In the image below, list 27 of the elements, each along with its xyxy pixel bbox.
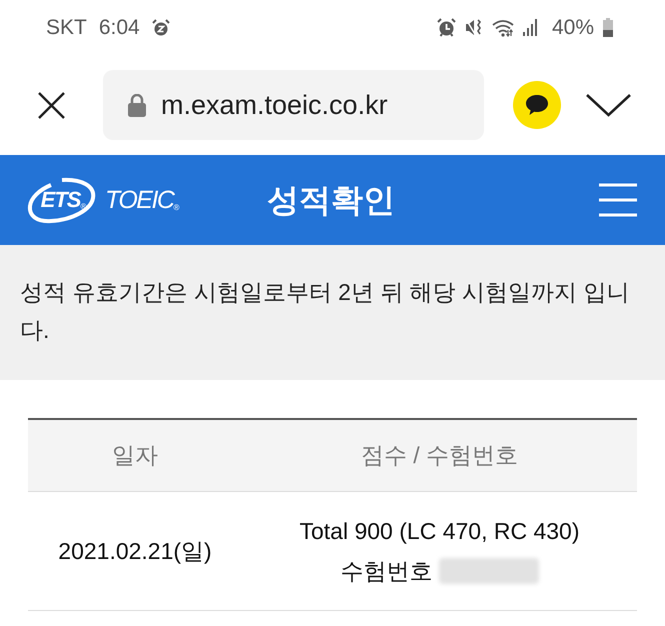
notice-text: 성적 유효기간은 시험일로부터 2년 뒤 해당 시험일까지 입니다. (20, 278, 631, 345)
logo-text: TOEIC$_{®}$ (105, 188, 180, 212)
column-header: 점수 / 수험번호 (360, 444, 518, 467)
wifi-icon (492, 18, 514, 36)
kakao-share-button[interactable] (513, 81, 561, 129)
battery-icon (603, 18, 613, 37)
signal-icon (522, 19, 537, 36)
exam-number-label: 수험번호 (340, 557, 432, 586)
menu-button[interactable] (599, 183, 637, 217)
carrier-text: SKT (46, 17, 87, 38)
mute-vibrate-icon (464, 18, 483, 37)
column-header: 일자 (112, 444, 158, 467)
date-cell: 2021.02.21(일) (58, 540, 212, 562)
alarm-icon (436, 18, 456, 37)
score-text: Total 900 (LC 470, RC 430) (300, 517, 580, 546)
logo-swoosh-icon (27, 176, 97, 224)
close-button[interactable] (37, 91, 65, 119)
close-icon (38, 92, 64, 118)
battery-text: 40% (552, 17, 594, 38)
page-title: 성적확인 (267, 184, 395, 216)
clock-text: 6:04 (98, 17, 140, 38)
snooze-alarm-icon (152, 18, 170, 36)
lock-icon (128, 94, 146, 116)
address-bar[interactable]: m.exam.toeic.co.kr (103, 70, 484, 140)
menu-icon (599, 183, 637, 217)
chevron-down-icon (585, 93, 632, 117)
speech-bubble-icon (525, 94, 549, 116)
